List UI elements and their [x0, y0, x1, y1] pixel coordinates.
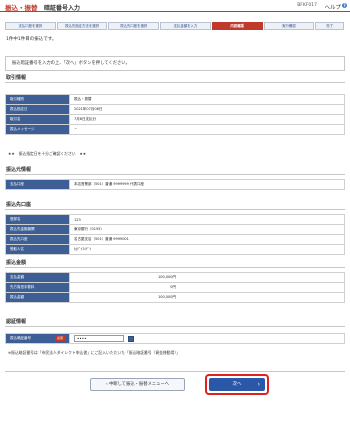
- title-bar: 振込・振替 暗証番号入力 BFKF017 ヘルプ ?: [0, 0, 350, 12]
- table-row: 振込メッセージ －: [5, 124, 345, 135]
- row-value: 100,000円: [69, 272, 345, 283]
- row-value: ｶ)ﾃﾞｲｴｲﾃﾞｲ: [69, 244, 345, 255]
- section-divider: [5, 82, 345, 83]
- section-title-amount: 振込金額: [6, 260, 27, 266]
- step-enter-amount: 支払金額を入力: [160, 22, 211, 30]
- section-divider: [5, 326, 345, 327]
- table-row: 振込金額 100,000円: [5, 292, 345, 303]
- batch-note: 1件中1件目の振込です。: [6, 37, 57, 42]
- table-row: 登録名 123: [5, 214, 345, 225]
- next-button-label: 次へ: [232, 382, 242, 387]
- row-value: 振込・振替: [69, 94, 345, 105]
- step-select-destination: 振込先口座を選択: [108, 22, 160, 30]
- table-row: 振込暗証番号 必須 ••••: [5, 333, 345, 344]
- row-label: 取引種別: [5, 94, 70, 105]
- amount-table: 支払金額 100,000円 先方負担手数料 0円 振込金額 100,000円: [5, 272, 345, 303]
- row-value: 名古屋支店（501）普通 9999001: [69, 234, 345, 245]
- row-value: 2021年07月08日: [69, 104, 345, 115]
- footer-divider: [5, 371, 345, 372]
- row-label: 振込暗証番号 必須: [5, 333, 70, 344]
- table-row: 取引名 7月8日支払分: [5, 114, 345, 125]
- table-row: 支払口座 本店営業部（501）普通 9999999 代表口座: [5, 179, 345, 190]
- row-value: 本店営業部（501）普通 9999999 代表口座: [69, 179, 345, 190]
- section-divider: [5, 267, 345, 268]
- back-to-menu-button[interactable]: ‹ 中断して振込・振替メニューへ: [90, 378, 185, 391]
- section-title-source: 振込元情報: [6, 167, 32, 173]
- table-row: 振込指定日 2021年07月08日: [5, 104, 345, 115]
- instruction-box: 振込暗証番号を入力の上、「次へ」ボタンを押してください。: [5, 56, 345, 71]
- instruction-text: 振込暗証番号を入力の上、「次へ」ボタンを押してください。: [12, 61, 130, 66]
- row-label: 振込先金融機関: [5, 224, 70, 235]
- row-label: 登録名: [5, 214, 70, 225]
- row-label: 振込指定日: [5, 104, 70, 115]
- transaction-table: 取引種別 振込・振替 振込指定日 2021年07月08日 取引名 7月8日支払分…: [5, 94, 345, 135]
- row-value: 123: [69, 214, 345, 225]
- chevron-right-icon: ›: [257, 381, 260, 388]
- source-table: 支払口座 本店営業部（501）普通 9999999 代表口座: [5, 179, 345, 190]
- row-value: －: [69, 124, 345, 135]
- section-divider: [5, 174, 345, 175]
- back-button-label: 中断して振込・振替メニューへ: [109, 382, 170, 387]
- row-label: 振込金額: [5, 292, 70, 303]
- row-label: 取引名: [5, 114, 70, 125]
- pin-label: 振込暗証番号: [10, 336, 31, 340]
- section-title-auth: 認証情報: [6, 319, 27, 325]
- destination-table: 登録名 123 振込先金融機関 東京銀行（0155） 振込先口座 名古屋支店（5…: [5, 214, 345, 255]
- table-row: 先方負担手数料 0円: [5, 282, 345, 293]
- step-execution-confirm: 実行確認: [263, 22, 315, 30]
- progress-steps: 支払口座を選択 振込先指定方法を選択 振込先口座を選択 支払金額を入力 内容確認…: [5, 22, 345, 30]
- row-value: 100,000円: [69, 292, 345, 303]
- step-select-account: 支払口座を選択: [5, 22, 56, 30]
- table-row: 取引種別 振込・振替: [5, 94, 345, 105]
- row-label: 受取人名: [5, 244, 70, 255]
- help-link[interactable]: ヘルプ: [324, 3, 341, 11]
- software-keyboard-icon[interactable]: [128, 335, 135, 342]
- row-label: 振込先口座: [5, 234, 70, 245]
- screen-id: BFKF017: [297, 3, 317, 8]
- step-select-method: 振込先指定方法を選択: [56, 22, 108, 30]
- row-value: 7月8日支払分: [69, 114, 345, 125]
- required-badge: 必須: [54, 336, 65, 341]
- table-row: 受取人名 ｶ)ﾃﾞｲｴｲﾃﾞｲ: [5, 244, 345, 255]
- table-row: 振込先口座 名古屋支店（501）普通 9999001: [5, 234, 345, 245]
- page-title: 振込・振替: [5, 4, 38, 12]
- section-divider: [5, 209, 345, 210]
- page-subtitle: 暗証番号入力: [44, 4, 81, 12]
- next-button[interactable]: 次へ ›: [209, 378, 265, 391]
- row-label: 振込メッセージ: [5, 124, 70, 135]
- row-label: 支払金額: [5, 272, 70, 283]
- row-value: 0円: [69, 282, 345, 293]
- auth-table: 振込暗証番号 必須 ••••: [5, 333, 345, 344]
- row-label: 支払口座: [5, 179, 70, 190]
- row-label: 先方負担手数料: [5, 282, 70, 293]
- row-value: 東京銀行（0155）: [69, 224, 345, 235]
- date-warning-note: ★★ 振込指定日を十分ご確認ください ★★: [8, 151, 87, 156]
- section-title-transaction: 取引情報: [6, 75, 27, 81]
- step-confirm-content: 内容確認: [211, 22, 263, 30]
- step-complete: 完了: [315, 22, 344, 30]
- section-title-destination: 振込先口座: [6, 202, 32, 208]
- row-value: ••••: [69, 333, 345, 344]
- pin-input[interactable]: ••••: [74, 335, 124, 342]
- pin-note: ※振込暗証番号は「市民法人ダイレクト申込書」にご記入いただいた「振込暗証番号（資…: [8, 350, 181, 355]
- table-row: 支払金額 100,000円: [5, 272, 345, 283]
- help-icon[interactable]: ?: [342, 3, 347, 8]
- table-row: 振込先金融機関 東京銀行（0155）: [5, 224, 345, 235]
